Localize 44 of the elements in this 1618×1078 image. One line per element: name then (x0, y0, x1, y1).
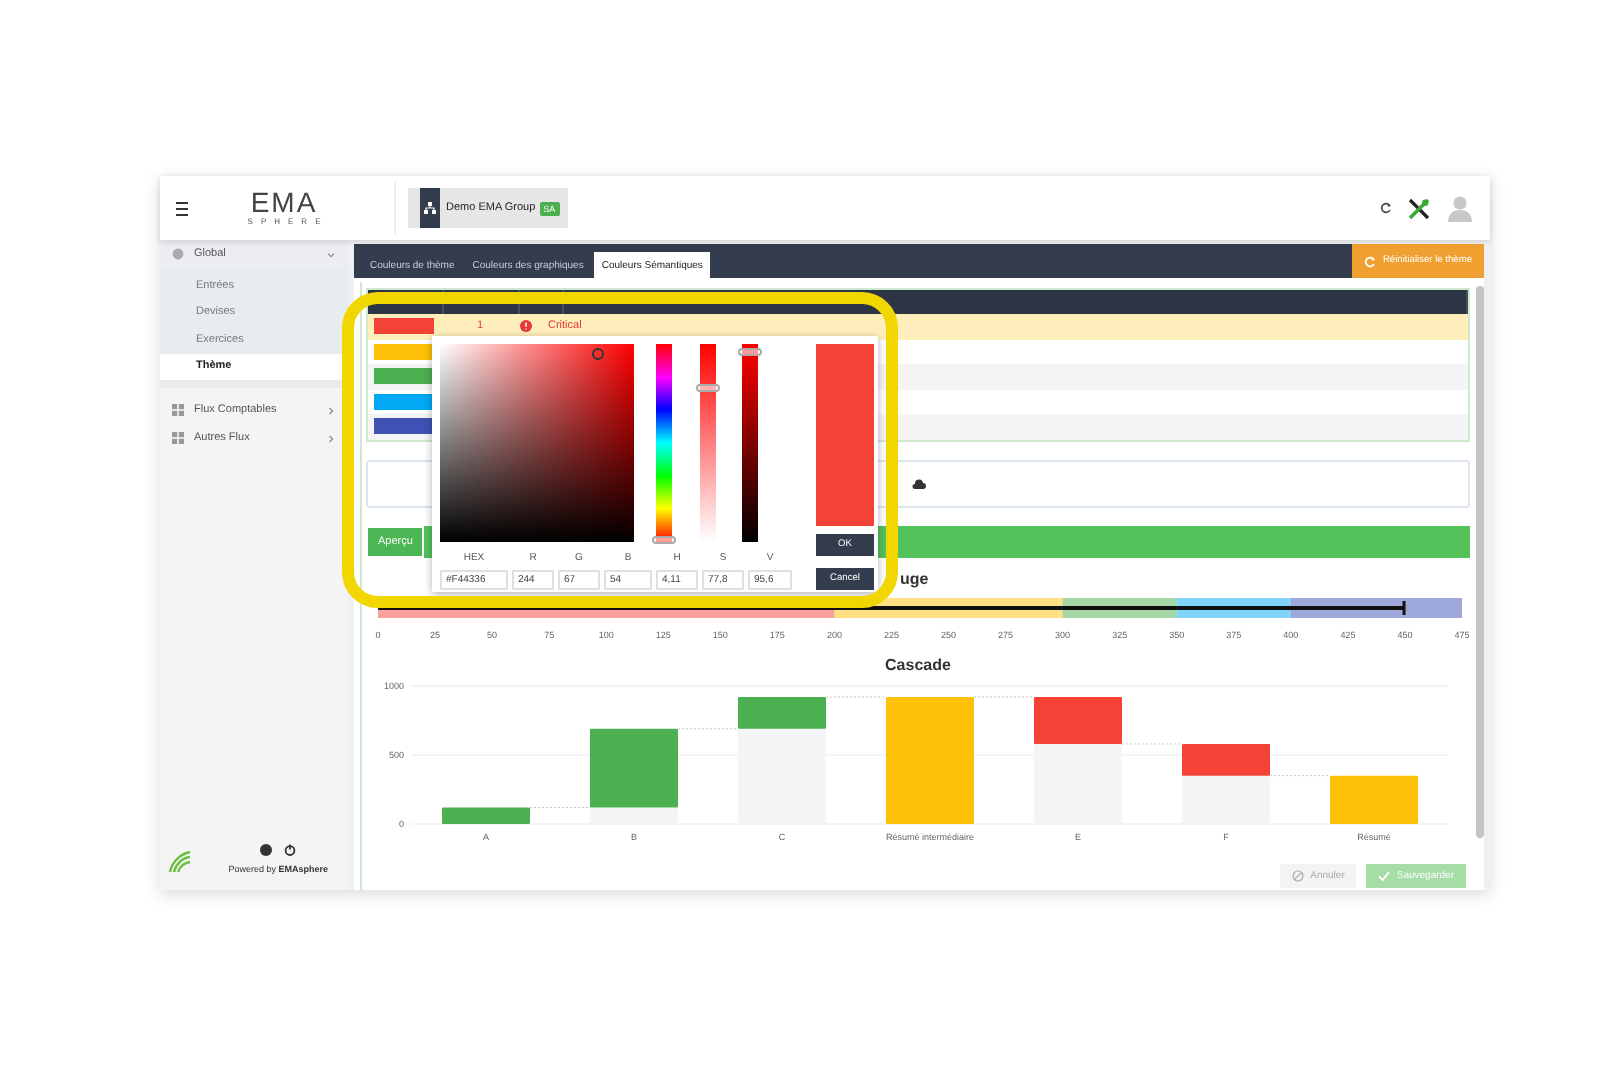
slider-handle[interactable] (738, 348, 762, 357)
color-swatch[interactable] (374, 418, 434, 435)
grid-icon (172, 432, 184, 444)
chart-title: Cascade (883, 655, 953, 675)
connector-line (529, 806, 591, 807)
logo-wordmark: EMA (250, 189, 318, 215)
color-swatch[interactable] (374, 368, 434, 385)
cascade-bar (590, 727, 678, 807)
upload-icon (912, 477, 926, 489)
cascade-bar (1182, 742, 1270, 775)
slider-handle[interactable] (696, 383, 720, 392)
help-icon[interactable] (260, 844, 273, 856)
cascade-offset-bar (1034, 742, 1122, 823)
cascade-bar (886, 696, 974, 823)
cascade-bar (442, 806, 530, 823)
cascade-offset-bar (738, 727, 826, 823)
picker-cursor[interactable] (592, 348, 604, 360)
cancel-icon (1292, 869, 1305, 881)
menu-icon[interactable] (176, 201, 188, 215)
color-swatch[interactable] (374, 393, 434, 410)
refresh-icon[interactable] (1380, 202, 1392, 214)
slider-handle[interactable] (652, 535, 676, 544)
value-slider[interactable] (742, 344, 758, 542)
check-icon (1378, 869, 1391, 881)
grid-icon (172, 404, 184, 416)
hue-slider[interactable] (656, 344, 672, 542)
cascade-bar (1034, 696, 1122, 743)
color-swatch[interactable] (374, 318, 434, 335)
power-icon[interactable] (284, 844, 297, 856)
cascade-bar (738, 696, 826, 728)
brand-leaf-icon (168, 850, 192, 874)
saturation-value-area[interactable] (440, 344, 634, 542)
connector-line (1269, 774, 1331, 776)
cascade-bar (1330, 774, 1418, 823)
refresh-icon (1364, 255, 1377, 267)
globe-icon (172, 248, 184, 260)
tools-icon[interactable] (1408, 197, 1430, 219)
hierarchy-icon (424, 202, 436, 214)
color-swatch[interactable] (374, 343, 434, 360)
connector-line (677, 727, 739, 729)
saturation-slider[interactable] (700, 344, 716, 542)
alert-icon (520, 320, 532, 333)
gauge-title: uge (900, 569, 929, 589)
cascade-offset-bar (1182, 774, 1270, 823)
